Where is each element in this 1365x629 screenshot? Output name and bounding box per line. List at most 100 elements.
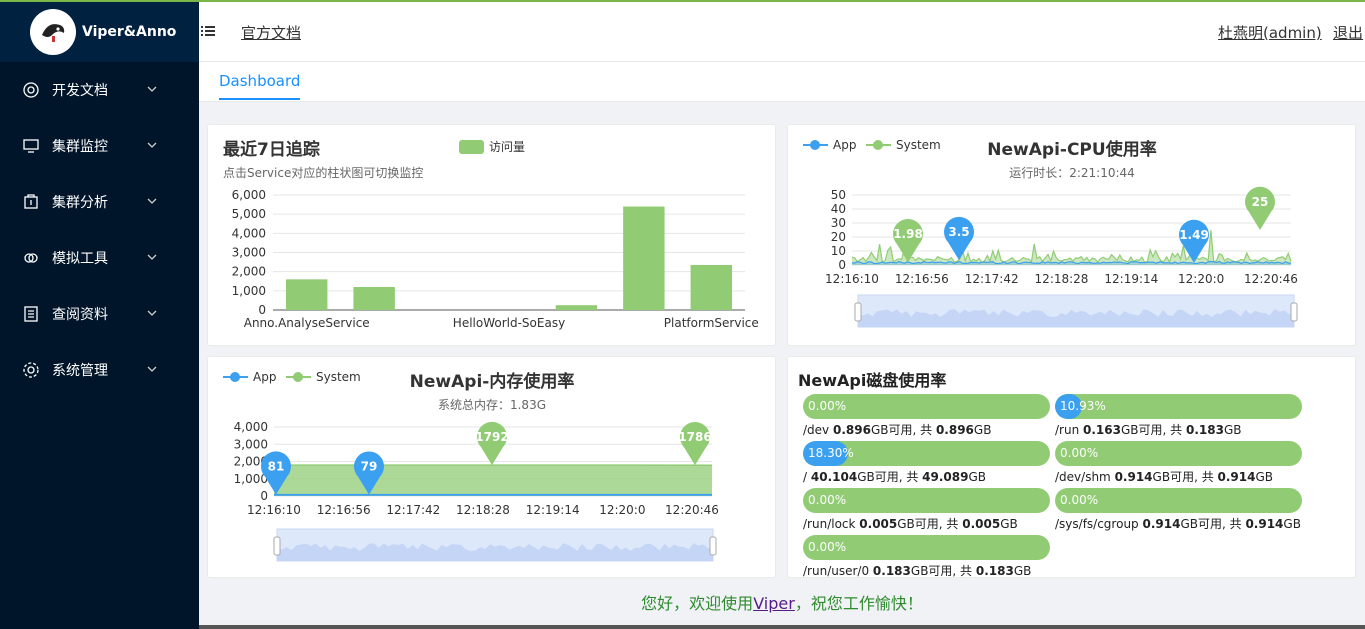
cpu-usage-chart[interactable]: App System NewApi-CPU使用率运行时长：2:21:10:44 504… [788,125,1357,347]
disk-title: NewApi磁盘使用率 [798,371,947,390]
marker-pin[interactable]: 25 [1245,186,1275,230]
marker-pin[interactable]: 3.5 [944,216,974,261]
memory-usage-chart[interactable]: App System NewApi-内存使用率系统总内存：1.83G 4,000 3,0… [208,357,777,579]
datazoom-handle-right[interactable] [1290,302,1298,322]
marker-label: 3.5 [948,225,969,239]
legend-dot [873,140,883,150]
tab-dashboard[interactable]: Dashboard [219,72,301,100]
datazoom-handle-left[interactable] [273,536,281,556]
disk-unit-text: GB可用, 共 [910,564,976,578]
chart-title: NewApi-内存使用率 [410,371,575,392]
y-tick-label: 6,000 [232,188,266,202]
sidebar-item-2[interactable]: 集群监控 [0,118,199,174]
disk-usage-percent: 18.30% [808,446,854,460]
disk-usage-bar: 0.00% [1055,441,1302,466]
y-tick-label: 5,000 [232,207,266,221]
marker-label: 25 [1252,195,1269,209]
link-icon [24,253,38,263]
disk-usage-percent: 0.00% [808,540,847,554]
legend-label[interactable]: 访问量 [489,140,525,154]
user-link[interactable]: 杜燕明(admin) [1218,22,1322,43]
datazoom-handle-right[interactable] [709,536,717,556]
disk-usage-percent: 0.00% [1060,493,1099,507]
disk-usage-label: /run/lock 0.005GB可用, 共 0.005GB [803,515,1018,532]
sidebar-item-label: 模拟工具 [52,251,108,267]
series-area-system [274,465,712,496]
marker-label: 79 [361,460,378,474]
x-tick-label: Anno.AnalyseService [244,316,370,330]
y-tick-label: 3,000 [234,437,268,451]
monitor-icon [23,139,39,153]
disk-free: 0.914 [1114,470,1153,484]
disk-usage-bar: 0.00% [803,488,1050,513]
legend-dot [810,140,820,150]
legend-label-app[interactable]: App [833,138,856,152]
x-tick-label: 12:20:46 [1244,272,1298,286]
chart-subtitle: 点击Service对应的柱状图可切换监控 [223,165,423,180]
legend-swatch[interactable] [459,140,484,154]
disk-unit-text: GB可用, 共 [897,517,963,531]
disk-total: 0.914 [1245,517,1284,531]
sidebar-item-label: 集群分析 [52,195,108,211]
x-tick-label: 12:16:10 [247,503,301,517]
legend-label-system[interactable]: System [316,370,361,384]
bar[interactable] [690,264,732,310]
trace-bar-chart[interactable]: 最近7日追踪点击Service对应的柱状图可切换监控 访问量 6,000 5,000 4… [208,125,777,347]
disk-unit-text: GB可用, 共 [870,423,936,437]
book-icon [24,306,38,322]
disk-total: 0.914 [1217,470,1256,484]
disk-gb: GB [1223,423,1242,437]
sidebar-item-6[interactable]: 系统管理 [0,342,199,398]
x-tick-label: 12:18:28 [1035,272,1089,286]
disk-total: 0.896 [935,423,974,437]
disk-free: 0.005 [859,517,898,531]
disk-gb: GB [1255,470,1274,484]
y-tick-label: 10 [831,244,846,258]
sidebar-item-3[interactable]: 集群分析 [0,174,199,230]
bar[interactable] [623,206,665,311]
legend-label-app[interactable]: App [253,370,276,384]
sidebar-item-4[interactable]: 模拟工具 [0,230,199,286]
menu-fold-icon[interactable] [201,24,215,38]
memory-card: App System NewApi-内存使用率 系统总内存：1.83G 4,000 3,0… [207,356,776,578]
chevron-down-icon [147,142,157,148]
y-tick-label: 0 [258,303,266,317]
chart-title: NewApi-CPU使用率 [987,139,1156,160]
legend-label-system[interactable]: System [896,138,941,152]
bar[interactable] [353,287,395,310]
marker-pin[interactable]: 1786 [678,421,712,466]
x-tick-label: 12:17:42 [965,272,1019,286]
bar[interactable] [286,279,328,310]
disk-gb: GB [1013,564,1032,578]
sidebar-item-1[interactable]: 开发文档 [0,62,199,118]
brand-logo-area[interactable]: Viper&Anno [0,2,199,62]
disk-unit-text: GB可用, 共 [1180,517,1246,531]
cpu-card: App System NewApi-CPU使用率 运行时长：2:21:10:44 50 4… [787,124,1356,346]
x-tick-label: 12:16:56 [317,503,371,517]
y-tick-label: 1,000 [234,472,268,486]
bar[interactable] [555,305,598,310]
datazoom-handle-left[interactable] [854,302,862,322]
disk-gb: GB [968,470,987,484]
logout-link[interactable]: 退出 [1333,22,1363,43]
y-tick-label: 30 [831,216,846,230]
marker-pin[interactable]: 1.98 [893,219,923,263]
y-tick-label: 4,000 [234,420,268,434]
x-tick-label: 12:20:0 [599,503,645,517]
x-tick-label: 12:19:14 [526,503,580,517]
disk-usage-bar: 10.93% [1055,394,1302,419]
chevron-down-icon [147,86,157,92]
disk-usage-label: /dev/shm 0.914GB可用, 共 0.914GB [1055,468,1273,485]
disk-usage-bar: 0.00% [803,394,1050,419]
disk-usage-bar: 0.00% [1055,488,1302,513]
sidebar-item-5[interactable]: 查阅资料 [0,286,199,342]
y-tick-label: 40 [831,202,846,216]
disk-usage-percent: 10.93% [1060,399,1106,413]
viper-link[interactable]: Viper [753,594,795,613]
sidebar-menu: 开发文档集群监控集群分析模拟工具查阅资料 系统管理 [0,62,199,398]
marker-pin[interactable]: 1792 [475,421,509,466]
sidebar-item-label: 集群监控 [52,139,108,155]
official-docs-link[interactable]: 官方文档 [241,22,301,43]
disk-usage-percent: 0.00% [808,399,847,413]
disk-usage-label: /sys/fs/cgroup 0.914GB可用, 共 0.914GB [1055,515,1301,532]
